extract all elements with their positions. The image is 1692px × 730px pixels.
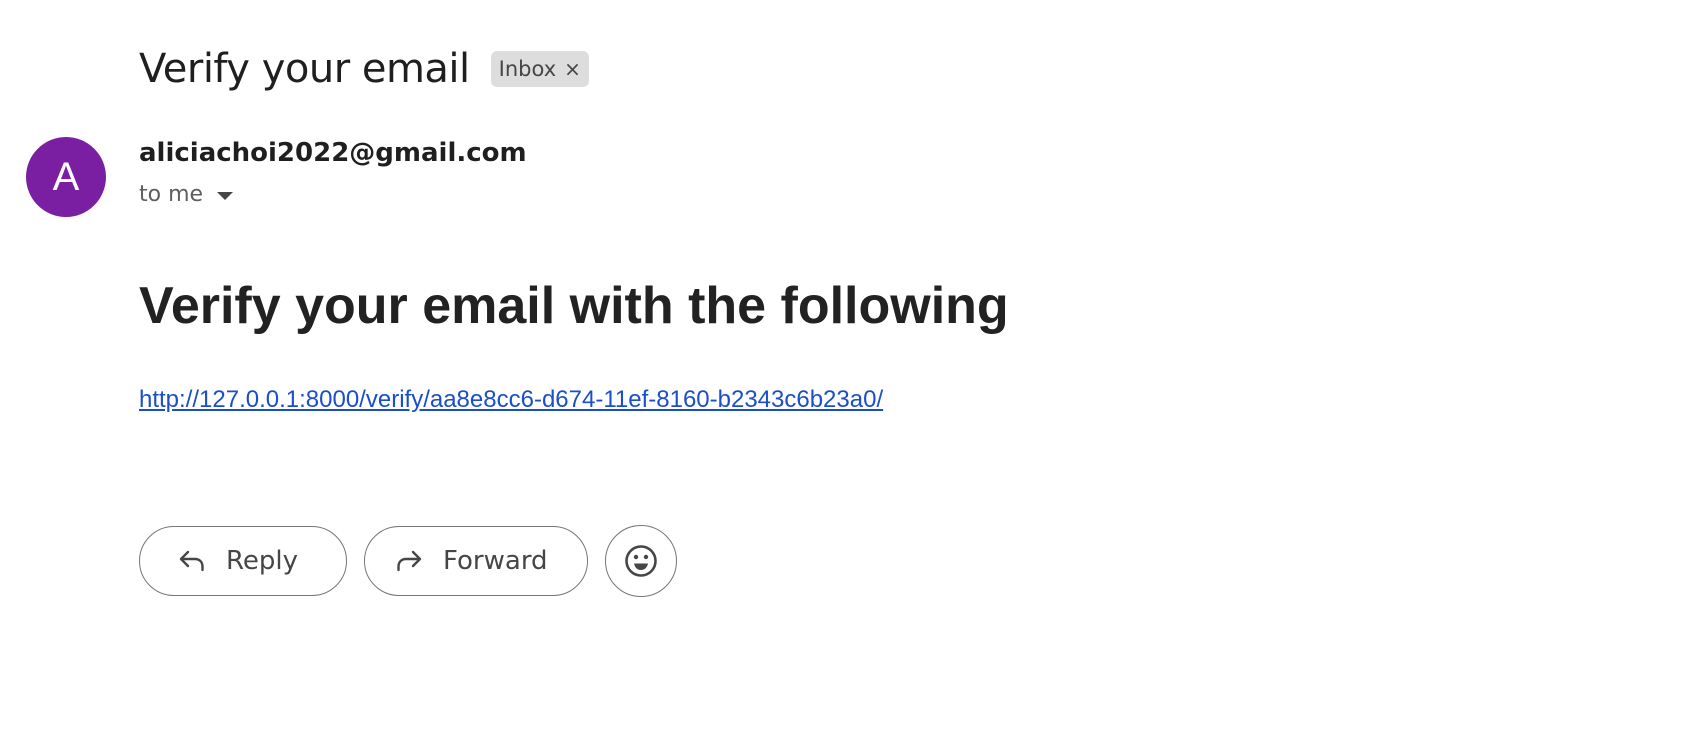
recipients-text: to me — [139, 182, 204, 207]
sender-avatar[interactable]: A — [26, 137, 106, 217]
verify-link[interactable]: http://127.0.0.1:8000/verify/aa8e8cc6-d6… — [139, 386, 883, 414]
reply-icon — [178, 550, 206, 572]
chevron-down-icon[interactable] — [217, 191, 234, 200]
sender-email[interactable]: aliciachoi2022@gmail.com — [139, 138, 527, 168]
emoji-reaction-button[interactable] — [605, 525, 677, 597]
reply-label: Reply — [226, 546, 299, 576]
email-subject: Verify your email — [139, 46, 470, 92]
message-actions: Reply Forward — [139, 525, 677, 597]
avatar-letter: A — [52, 154, 80, 199]
label-chip-text: Inbox — [498, 57, 557, 81]
body-heading: Verify your email with the following — [139, 277, 1009, 335]
forward-button[interactable]: Forward — [364, 526, 588, 596]
recipients-toggle[interactable]: to me — [139, 182, 234, 207]
forward-icon — [395, 550, 423, 572]
subject-row: Verify your email Inbox × — [139, 42, 589, 96]
remove-label-icon[interactable]: × — [564, 59, 581, 79]
reply-button[interactable]: Reply — [139, 526, 347, 596]
label-chip-inbox[interactable]: Inbox × — [490, 51, 589, 87]
forward-label: Forward — [443, 546, 548, 576]
emoji-icon — [624, 544, 658, 578]
